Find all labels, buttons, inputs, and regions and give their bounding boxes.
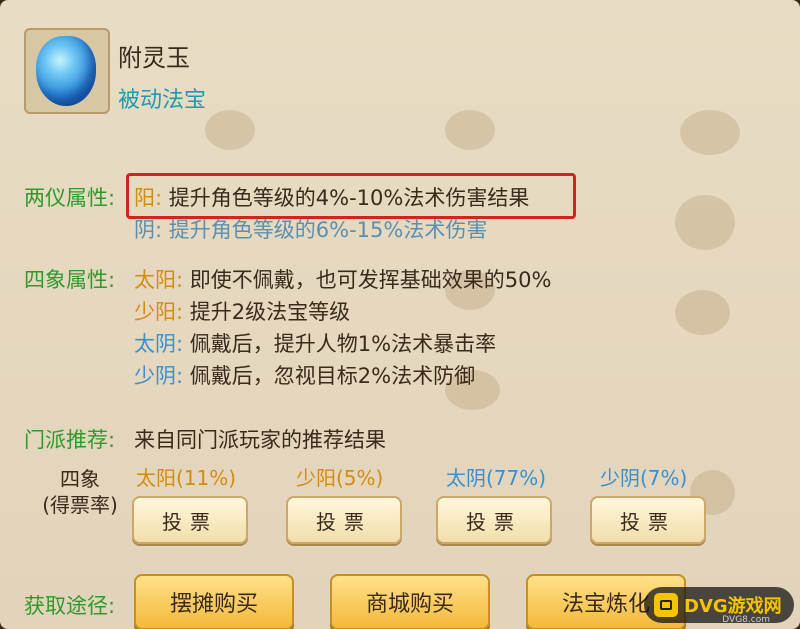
sixiang-row-taiyang: 太阳: 即使不佩戴，也可发挥基础效果的50%: [134, 264, 551, 294]
sixiang-text: 提升2级法宝等级: [189, 300, 351, 324]
recommend-text: 来自同门派玩家的推荐结果: [134, 428, 386, 452]
sixiang-row-taiyin: 太阴: 佩戴后，提升人物1%法术暴击率: [134, 328, 496, 358]
jade-gem-icon: [36, 36, 96, 106]
site-watermark: DVG游戏网 DVG8.com: [644, 587, 794, 625]
obtain-label: 获取途径:: [24, 594, 116, 618]
sixiang-row-shaoyin: 少阴: 佩戴后，忽视目标2%法术防御: [134, 360, 475, 390]
vote-button-shaoyin[interactable]: 投票: [590, 496, 706, 544]
sixiang-label: 四象属性:: [24, 268, 116, 292]
sixiang-row-shaoyang: 少阳: 提升2级法宝等级: [134, 296, 350, 326]
vote-option-taiyang: 太阳(11%): [136, 466, 237, 490]
sixiang-text: 佩戴后，忽视目标2%法术防御: [189, 364, 476, 388]
stall-buy-button[interactable]: 摆摊购买: [134, 574, 294, 629]
gamepad-logo-icon: [654, 593, 678, 617]
sixiang-key: 少阴:: [134, 364, 184, 388]
item-icon-frame: [24, 28, 110, 114]
vote-button-taiyin[interactable]: 投票: [436, 496, 552, 544]
vote-option-taiyin: 太阴(77%): [446, 466, 547, 490]
item-tooltip-panel: 附灵玉 被动法宝 两仪属性: 阳: 提升角色等级的4%-10%法术伤害结果 阴:…: [0, 0, 800, 629]
mall-buy-button[interactable]: 商城购买: [330, 574, 490, 629]
item-type: 被动法宝: [118, 88, 207, 113]
item-name: 附灵玉: [118, 44, 190, 72]
recommend-label: 门派推荐:: [24, 428, 116, 452]
yin-key: 阴:: [134, 218, 163, 242]
highlight-box: [126, 173, 576, 219]
sixiang-text: 即使不佩戴，也可发挥基础效果的50%: [189, 268, 552, 292]
vote-option-shaoyang: 少阳(5%): [296, 466, 384, 490]
sixiang-key: 少阳:: [134, 300, 184, 324]
vote-side-label: 四象 (得票率): [40, 466, 120, 518]
vote-button-taiyang[interactable]: 投票: [132, 496, 248, 544]
vote-option-shaoyin: 少阴(7%): [600, 466, 688, 490]
vote-side-line1: 四象: [60, 467, 100, 491]
liangyi-label: 两仪属性:: [24, 186, 116, 210]
sixiang-key: 太阴:: [134, 332, 184, 356]
sixiang-key: 太阳:: [134, 268, 184, 292]
sixiang-text: 佩戴后，提升人物1%法术暴击率: [189, 332, 497, 356]
liangyi-yin-row: 阴: 提升角色等级的6%-15%法术伤害: [134, 214, 487, 244]
vote-button-shaoyang[interactable]: 投票: [286, 496, 402, 544]
vote-side-line2: (得票率): [42, 493, 118, 517]
yin-text: 提升角色等级的6%-15%法术伤害: [168, 218, 488, 242]
watermark-subtext: DVG8.com: [722, 615, 770, 625]
